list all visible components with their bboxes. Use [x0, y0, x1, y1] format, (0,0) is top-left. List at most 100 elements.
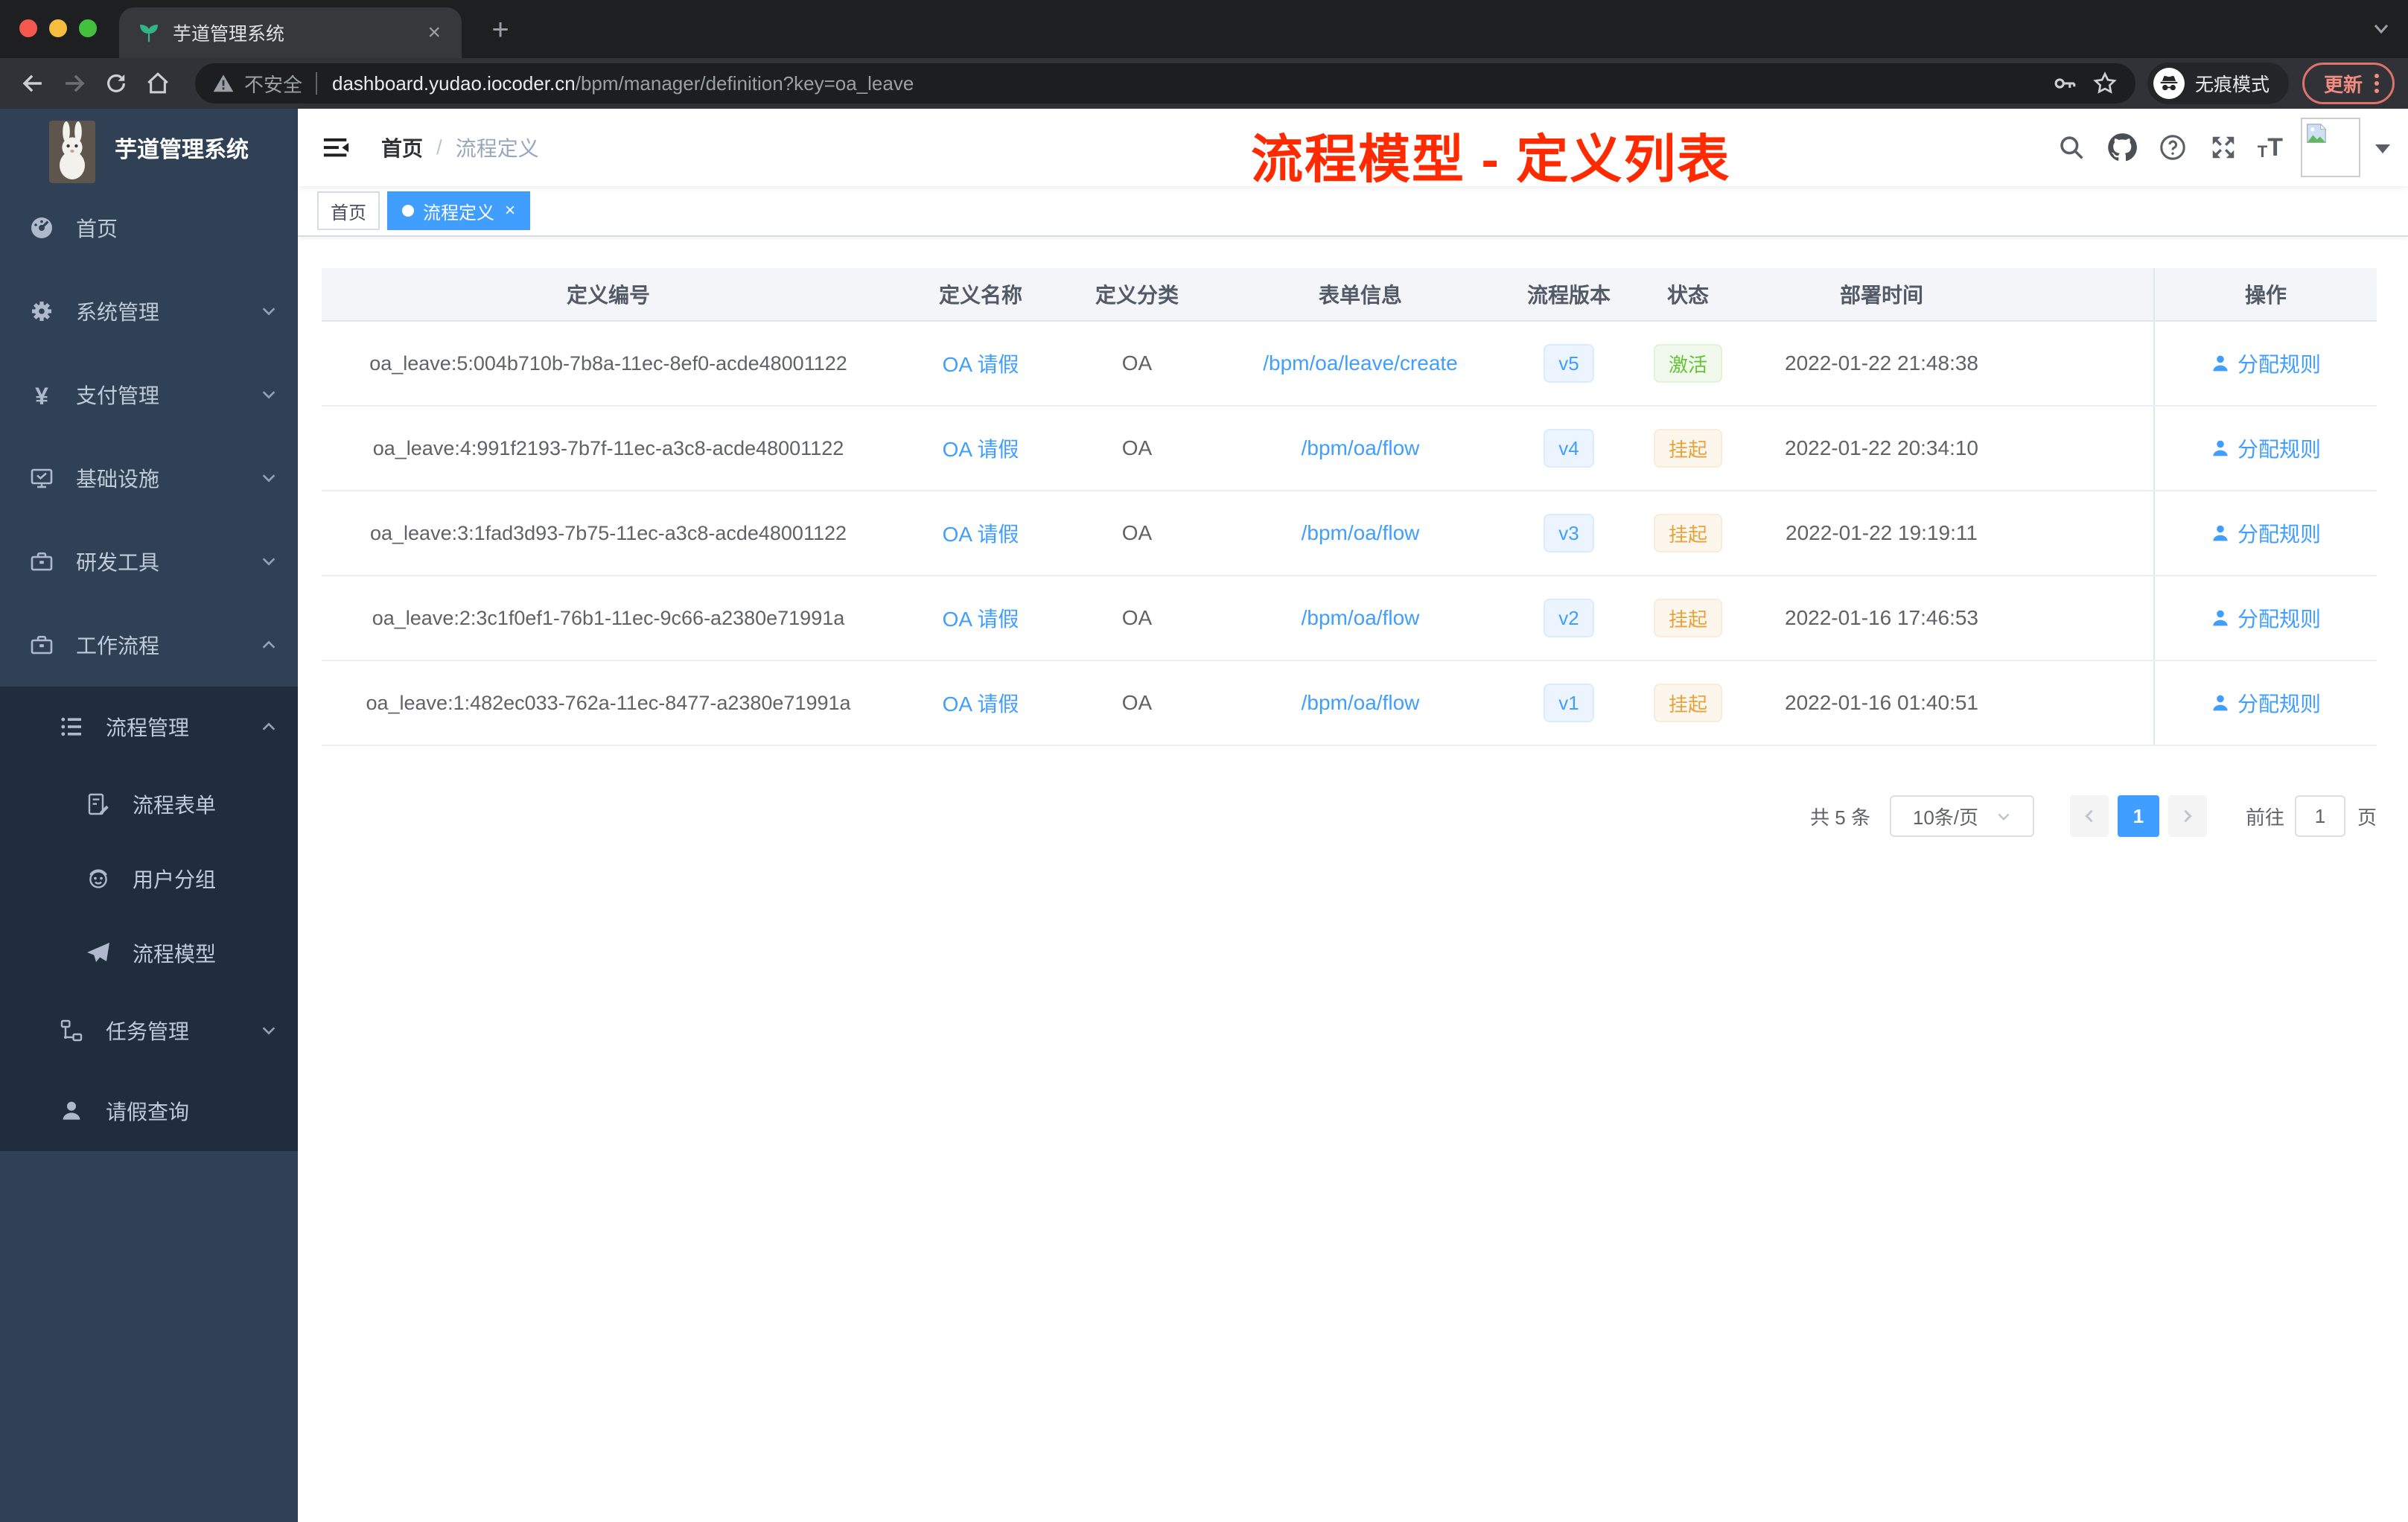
security-label[interactable]: 不安全 [244, 70, 302, 98]
version-badge: v4 [1544, 429, 1594, 468]
sidebar-item-workflow[interactable]: 工作流程 [0, 603, 298, 687]
status-badge: 挂起 [1653, 599, 1722, 637]
table-header: 定义编号 定义名称 定义分类 表单信息 流程版本 状态 部署时间 操作 [322, 268, 2377, 322]
fullscreen-icon[interactable] [2207, 131, 2240, 164]
col-definition-name: 定义名称 [938, 284, 1022, 307]
sidebar-item-user-group[interactable]: 用户分组 [0, 841, 298, 916]
sidebar-item-dev-tools[interactable]: 研发工具 [0, 520, 298, 603]
sidebar-logo[interactable]: 芋道管理系统 [0, 109, 298, 186]
sidebar-item-payment[interactable]: ¥ 支付管理 [0, 353, 298, 436]
table-row: oa_leave:3:1fad3d93-7b75-11ec-a3c8-acde4… [322, 491, 2377, 576]
github-icon[interactable] [2106, 131, 2138, 164]
chevron-down-icon [261, 303, 277, 319]
sidebar-item-infrastructure[interactable]: 基础设施 [0, 436, 298, 520]
form-info-link[interactable]: /bpm/oa/flow [1302, 691, 1420, 715]
tab-search-chevron-icon[interactable] [2372, 19, 2390, 37]
list-icon [60, 715, 83, 739]
version-badge: v1 [1544, 684, 1594, 722]
page-number-button[interactable]: 1 [2117, 795, 2159, 837]
assign-rule-link[interactable]: 分配规则 [2211, 348, 2321, 378]
definition-category: OA [1121, 606, 1153, 629]
url-host[interactable]: dashboard.yudao.iocoder.cn [332, 72, 576, 95]
tag-close-icon[interactable]: × [505, 200, 515, 221]
assign-rule-link[interactable]: 分配规则 [2211, 688, 2321, 718]
col-definition-id: 定义编号 [566, 284, 650, 307]
sidebar-item-process-management[interactable]: 流程管理 [0, 687, 298, 767]
total-count: 共 5 条 [1810, 806, 1870, 829]
user-avatar-dropdown[interactable] [2301, 118, 2390, 177]
monitor-icon [30, 466, 54, 490]
col-actions: 操作 [2153, 268, 2377, 320]
close-window-button[interactable] [19, 19, 37, 37]
form-info-link[interactable]: /bpm/oa/flow [1302, 436, 1420, 460]
definition-table: 定义编号 定义名称 定义分类 表单信息 流程版本 状态 部署时间 操作 oa_l… [322, 268, 2377, 746]
tag-home[interactable]: 首页 [317, 191, 380, 230]
goto-page-input[interactable] [2294, 795, 2345, 837]
minimize-window-button[interactable] [49, 19, 67, 37]
new-tab-button[interactable]: + [482, 12, 518, 48]
chevron-down-icon [261, 553, 277, 570]
table-row: oa_leave:4:991f2193-7b7f-11ec-a3c8-acde4… [322, 407, 2377, 491]
select-caret-icon [1996, 809, 2011, 824]
browser-update-menu-button[interactable]: 更新 [2302, 63, 2395, 104]
reload-button[interactable] [97, 64, 136, 103]
user-icon [2213, 525, 2228, 541]
next-page-button[interactable] [2167, 795, 2207, 837]
sidebar-item-system[interactable]: 系统管理 [0, 270, 298, 353]
sidebar-item-leave-query[interactable]: 请假查询 [0, 1071, 298, 1151]
tab-close-icon[interactable]: × [421, 19, 447, 47]
url-path[interactable]: /bpm/manager/definition?key=oa_leave [576, 72, 914, 95]
col-status: 状态 [1666, 284, 1709, 307]
col-definition-category: 定义分类 [1095, 284, 1179, 307]
sidebar-item-task-management[interactable]: 任务管理 [0, 990, 298, 1071]
assign-rule-link[interactable]: 分配规则 [2211, 603, 2321, 633]
definition-name-link[interactable]: OA 请假 [943, 433, 1019, 463]
omnibox-divider [316, 72, 318, 95]
definition-name-link[interactable]: OA 请假 [943, 518, 1019, 548]
form-info-link[interactable]: /bpm/oa/leave/create [1263, 351, 1458, 375]
user-icon [2213, 355, 2228, 372]
password-key-icon[interactable] [2052, 71, 2077, 96]
definition-name-link[interactable]: OA 请假 [943, 688, 1019, 718]
search-icon[interactable] [2055, 131, 2088, 164]
assign-rule-link[interactable]: 分配规则 [2211, 518, 2321, 548]
page-size-select[interactable]: 10条/页 [1889, 795, 2034, 837]
tag-process-definition[interactable]: 流程定义 × [387, 191, 531, 230]
incognito-badge: 无痕模式 [2147, 63, 2289, 104]
zoom-window-button[interactable] [79, 19, 97, 37]
help-icon[interactable] [2156, 131, 2189, 164]
col-deploy-time: 部署时间 [1839, 284, 1923, 307]
yen-icon: ¥ [35, 383, 48, 410]
definition-name-link[interactable]: OA 请假 [943, 603, 1019, 633]
home-button[interactable] [138, 64, 177, 103]
address-bar[interactable]: 不安全 dashboard.yudao.iocoder.cn /bpm/mana… [195, 63, 2135, 104]
definition-name-link[interactable]: OA 请假 [943, 348, 1019, 378]
app-title: 芋道管理系统 [115, 138, 249, 162]
deploy-time: 2022-01-22 20:34:10 [1785, 436, 1978, 459]
tab-title: 芋道管理系统 [173, 24, 285, 45]
sidebar-fold-icon[interactable] [310, 121, 363, 174]
assign-rule-link[interactable]: 分配规则 [2211, 433, 2321, 463]
incognito-label: 无痕模式 [2194, 74, 2270, 95]
main-content: 首页 / 流程定义 TT 流程模型 - 定义列表 首页 流程定义 × 定义编号 … [298, 109, 2408, 1522]
font-size-icon[interactable]: TT [2258, 135, 2283, 160]
deploy-time: 2022-01-16 01:40:51 [1785, 691, 1978, 714]
form-info-link[interactable]: /bpm/oa/flow [1302, 521, 1420, 545]
breadcrumb-current: 流程定义 [455, 137, 539, 160]
not-secure-warning-icon[interactable] [213, 74, 234, 93]
incognito-icon [2153, 68, 2185, 99]
definition-id: oa_leave:1:482ec033-762a-11ec-8477-a2380… [366, 691, 851, 714]
breadcrumb-home[interactable]: 首页 [381, 133, 423, 162]
prev-page-button[interactable] [2069, 795, 2109, 837]
sidebar-item-process-model[interactable]: 流程模型 [0, 916, 298, 990]
sidebar-item-home[interactable]: 首页 [0, 186, 298, 270]
browser-tab[interactable]: 芋道管理系统 × [119, 7, 462, 58]
table-row: oa_leave:1:482ec033-762a-11ec-8477-a2380… [322, 661, 2377, 746]
chevron-down-icon [261, 1022, 277, 1039]
form-info-link[interactable]: /bpm/oa/flow [1302, 606, 1420, 630]
paper-plane-icon [86, 941, 110, 965]
sidebar-item-process-form[interactable]: 流程表单 [0, 767, 298, 841]
bookmark-star-icon[interactable] [2092, 71, 2118, 96]
definition-id: oa_leave:2:3c1f0ef1-76b1-11ec-9c66-a2380… [372, 606, 845, 629]
back-button[interactable] [13, 64, 52, 103]
